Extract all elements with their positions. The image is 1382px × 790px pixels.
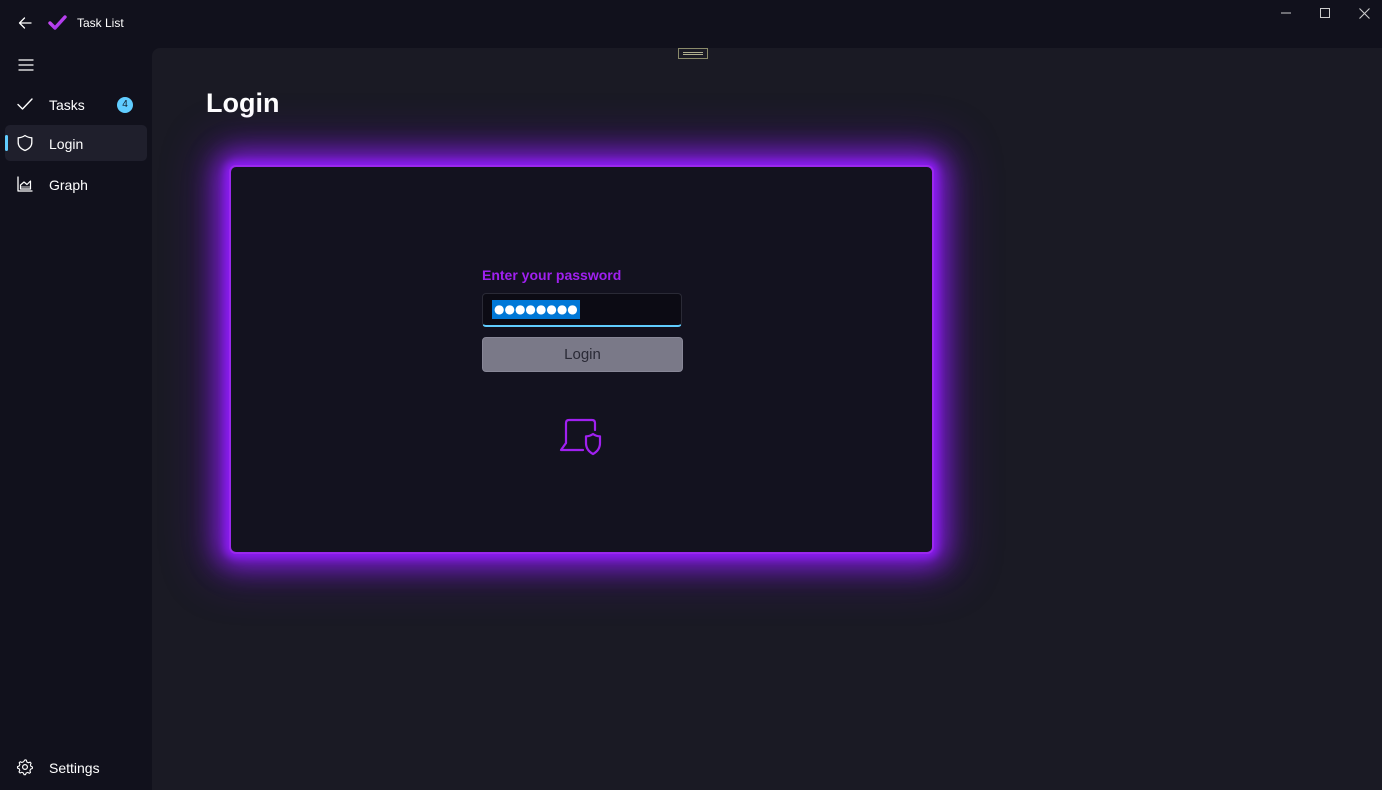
close-button[interactable]	[1344, 0, 1382, 26]
sidebar-item-settings[interactable]: Settings	[5, 749, 147, 785]
sidebar-item-tasks[interactable]: Tasks 4	[5, 86, 147, 122]
drag-handle[interactable]	[678, 48, 708, 59]
sidebar-item-login[interactable]: Login	[5, 125, 147, 161]
sidebar-item-label: Tasks	[49, 97, 85, 113]
main-content: Login Enter your password ●●●●●●●● Login	[152, 48, 1382, 790]
app-window: Task List Tasks 4 Login Graph Settings L…	[0, 0, 1382, 790]
navigation-pane: Tasks 4 Login Graph Settings	[0, 48, 152, 790]
checkmark-icon	[17, 98, 33, 110]
selection-indicator	[5, 135, 8, 151]
password-prompt-label: Enter your password	[482, 267, 622, 283]
shield-icon	[17, 134, 33, 152]
password-value-selected: ●●●●●●●●	[492, 300, 580, 319]
app-checkmark-icon	[48, 15, 67, 30]
sidebar-item-label: Login	[49, 136, 84, 152]
area-chart-icon	[17, 176, 33, 192]
password-input[interactable]: ●●●●●●●●	[482, 293, 682, 327]
sidebar-item-label: Graph	[49, 177, 88, 193]
menu-toggle-button[interactable]	[8, 50, 44, 80]
login-card: Enter your password ●●●●●●●● Login	[229, 165, 934, 554]
app-title: Task List	[77, 16, 124, 30]
back-arrow-icon	[18, 17, 32, 29]
minimize-button[interactable]	[1266, 0, 1306, 26]
maximize-button[interactable]	[1305, 0, 1345, 26]
tasks-count-badge: 4	[117, 97, 133, 113]
maximize-icon	[1320, 8, 1330, 18]
back-button[interactable]	[10, 9, 40, 37]
login-button[interactable]: Login	[482, 337, 683, 372]
close-icon	[1358, 7, 1370, 19]
page-title: Login	[206, 88, 280, 118]
minimize-icon	[1281, 12, 1291, 14]
laptop-shield-icon	[559, 418, 602, 456]
sidebar-item-graph[interactable]: Graph	[5, 166, 147, 202]
hamburger-icon	[18, 59, 34, 71]
gear-icon	[16, 759, 34, 776]
title-bar: Task List	[0, 0, 1382, 48]
sidebar-item-label: Settings	[49, 760, 100, 776]
